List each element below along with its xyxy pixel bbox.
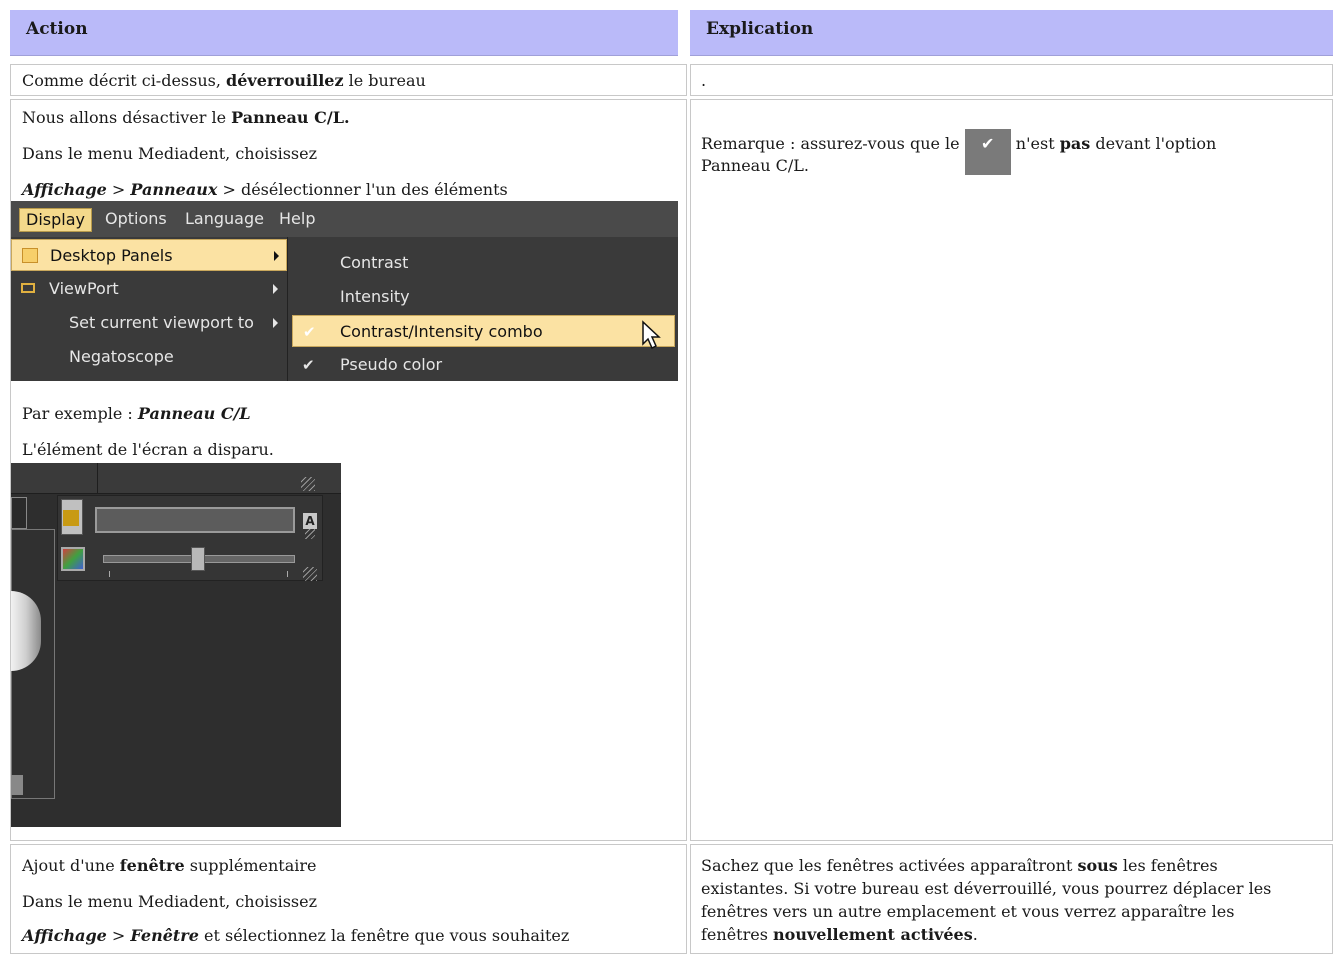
header-explication-label: Explication	[706, 19, 814, 39]
menubar-options: Options	[105, 209, 167, 228]
row2-line1: Nous allons désactiver le Panneau C/L.	[22, 108, 350, 127]
row3-line2: Dans le menu Mediadent, choisissez	[22, 892, 318, 911]
resize-grip-icon	[305, 529, 315, 539]
panel-topbar	[11, 463, 341, 494]
slider-thumb	[191, 547, 205, 571]
submenu-item-intensity: Intensity	[340, 287, 410, 306]
menubar-help: Help	[279, 209, 316, 228]
row2-line3: Affichage > Panneaux > désélectionner l'…	[22, 180, 508, 199]
row1-explication-text: .	[701, 71, 707, 90]
menu-item-negatoscope: Negatoscope	[69, 347, 174, 366]
check-icon: ✔	[303, 323, 316, 341]
submenu-item-pseudo-color: ✔ Pseudo color	[288, 349, 678, 381]
row2-example: Par exemple : Panneau C/L	[22, 404, 251, 423]
pseudo-color-icon	[61, 547, 85, 571]
row1-explication-cell	[690, 64, 1333, 96]
submenu-item-contrast-intensity-combo: ✔ Contrast/Intensity combo	[292, 315, 675, 350]
header-explication: Explication	[690, 10, 1333, 56]
row3-explication-l1: Sachez que les fenêtres activées apparaî…	[701, 856, 1218, 875]
display-dropdown: Desktop Panels ViewPort Set current view…	[11, 237, 287, 381]
row3-explication-l2: existantes. Si votre bureau est déverrou…	[701, 879, 1272, 898]
header-action-label: Action	[26, 19, 88, 39]
submenu-arrow-icon	[273, 284, 278, 294]
cursor-icon	[642, 320, 661, 350]
resize-grip-icon	[303, 567, 317, 581]
submenu-item-contrast: Contrast	[340, 253, 409, 272]
menu-screenshot: Display Options Language Help Desktop Pa…	[11, 201, 678, 381]
checkmark-box-icon: ✔	[964, 129, 1011, 175]
row1-action-text: Comme décrit ci-dessus, déverrouillez le…	[22, 71, 426, 90]
menubar-display: Display	[19, 208, 92, 232]
row2-result: L'élément de l'écran a disparu.	[22, 440, 274, 459]
row2-explication-cell	[690, 99, 1333, 841]
viewport-icon	[21, 283, 35, 293]
resize-grip-icon	[301, 477, 315, 491]
submenu-arrow-icon	[274, 251, 279, 261]
panel-screenshot: A	[11, 463, 341, 827]
row3-line1: Ajout d'une fenêtre supplémentaire	[22, 856, 317, 875]
color-icon	[63, 510, 79, 526]
row3-explication-l3: fenêtres vers un autre emplacement et vo…	[701, 902, 1235, 921]
menu-item-viewport: ViewPort	[11, 273, 287, 305]
menu-item-desktop-panels: Desktop Panels	[11, 239, 287, 271]
desktop-panels-submenu: Contrast Intensity ✔ Contrast/Intensity …	[287, 237, 678, 381]
auto-badge: A	[303, 513, 317, 529]
folder-icon	[22, 248, 38, 263]
header-action: Action	[10, 10, 678, 56]
panel-field	[95, 507, 295, 533]
row3-line3: Affichage > Fenêtre et sélectionnez la f…	[22, 926, 570, 945]
row2-line2: Dans le menu Mediadent, choisissez	[22, 144, 318, 163]
row3-explication-l4: fenêtres nouvellement activées.	[701, 925, 978, 944]
menu-item-set-current-viewport: Set current viewport to	[11, 307, 287, 339]
row2-explication-line2: Panneau C/L.	[701, 156, 809, 175]
submenu-arrow-icon	[273, 318, 278, 328]
menubar: Display Options Language Help	[11, 201, 678, 238]
menubar-language: Language	[185, 209, 264, 228]
check-icon: ✔	[302, 356, 315, 374]
